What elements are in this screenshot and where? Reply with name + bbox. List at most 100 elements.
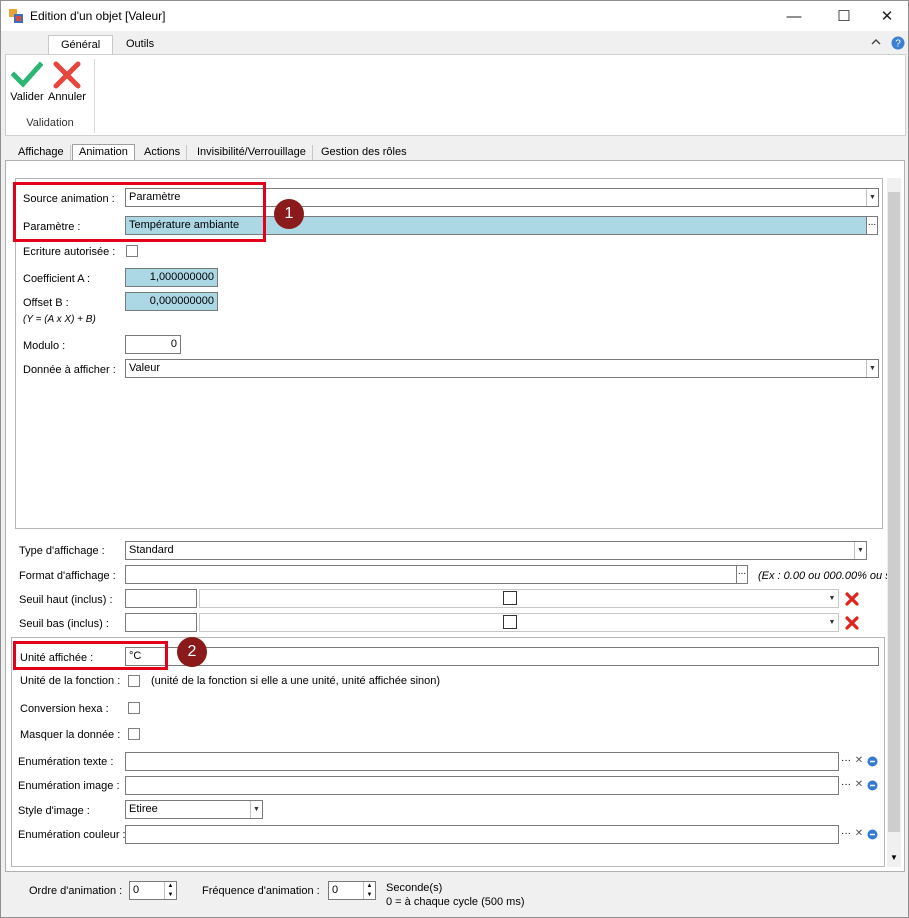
modulo-field[interactable]: 0: [125, 335, 181, 354]
cancel-label: Annuler: [48, 91, 86, 103]
type-affichage-select[interactable]: Standard ▼: [125, 541, 867, 560]
donnee-select[interactable]: Valeur ▼: [125, 359, 879, 378]
format-hint: (Ex : 0.00 ou 000.00% ou s): [758, 570, 895, 582]
ribbon-group-label: Validation: [26, 117, 74, 129]
chevron-down-icon: ▼: [826, 590, 838, 607]
ribbon-tab-general[interactable]: Général: [48, 35, 114, 55]
parametre-browse-button[interactable]: ...: [866, 216, 878, 235]
chevron-down-icon: ▼: [866, 360, 878, 377]
enum-couleur-clear-icon[interactable]: ✕: [853, 826, 865, 842]
enum-texte-clear-icon[interactable]: ✕: [853, 753, 865, 769]
enum-image-open-icon[interactable]: [867, 780, 878, 791]
scrollbar-thumb[interactable]: [888, 192, 900, 832]
unite-fonction-hint: (unité de la fonction si elle a une unit…: [151, 675, 441, 687]
chevron-down-icon: ▼: [826, 614, 838, 631]
offset-b-field[interactable]: 0,000000000: [125, 292, 218, 311]
modulo-label: Modulo :: [23, 340, 66, 352]
conversion-hexa-label: Conversion hexa :: [20, 703, 109, 715]
clear-seuil-haut-icon[interactable]: [843, 590, 861, 608]
ecriture-checkbox[interactable]: [126, 245, 138, 257]
style-image-label: Style d'image :: [18, 805, 90, 817]
seuil-haut-field[interactable]: [125, 589, 197, 608]
minimize-button[interactable]: —: [771, 1, 817, 31]
tab-animation[interactable]: Animation: [72, 144, 135, 161]
tab-affichage[interactable]: Affichage: [12, 145, 71, 161]
format-browse-button[interactable]: ...: [736, 565, 748, 584]
masquer-checkbox[interactable]: [128, 728, 140, 740]
dialog-window: Edition d'un objet [Valeur] — ☐ ✕ Généra…: [0, 0, 909, 918]
frequence-animation-label: Fréquence d'animation :: [202, 885, 320, 897]
scroll-down-icon[interactable]: ▼: [887, 851, 901, 865]
tab-gestion-roles[interactable]: Gestion des rôles: [315, 145, 413, 161]
annotation-box-2: [13, 641, 168, 670]
chevron-down-icon: ▼: [866, 189, 878, 206]
help-icon[interactable]: ?: [891, 36, 905, 50]
ecriture-label: Ecriture autorisée :: [23, 246, 116, 258]
masquer-label: Masquer la donnée :: [20, 729, 121, 741]
style-image-select[interactable]: Etiree ▼: [125, 800, 263, 819]
donnee-label: Donnée à afficher :: [23, 364, 116, 376]
unite-affichee-field[interactable]: °C: [125, 647, 879, 666]
enum-couleur-open-icon[interactable]: [867, 829, 878, 840]
enum-image-label: Enumération image :: [18, 780, 120, 792]
app-icon: [9, 9, 23, 23]
color-swatch: [503, 591, 517, 605]
enum-image-field[interactable]: [125, 776, 839, 795]
seconds-label: Seconde(s): [386, 882, 443, 894]
format-affichage-field[interactable]: [125, 565, 737, 584]
tab-actions[interactable]: Actions: [138, 145, 188, 161]
coefficient-a-field[interactable]: 1,000000000: [125, 268, 218, 287]
title-bar: Edition d'un objet [Valeur] — ☐ ✕: [1, 1, 908, 31]
format-affichage-label: Format d'affichage :: [19, 570, 116, 582]
validate-button[interactable]: Valider: [8, 59, 46, 109]
enum-couleur-browse-button[interactable]: ···: [840, 826, 852, 842]
cancel-button[interactable]: Annuler: [48, 59, 86, 109]
enum-image-clear-icon[interactable]: ✕: [853, 777, 865, 793]
color-swatch: [503, 615, 517, 629]
enum-texte-open-icon[interactable]: [867, 756, 878, 767]
formula-hint: (Y = (A x X) + B): [23, 314, 96, 325]
coefficient-a-label: Coefficient A :: [23, 273, 91, 285]
window-title: Edition d'un objet [Valeur]: [30, 9, 166, 23]
enum-texte-field[interactable]: [125, 752, 839, 771]
conversion-hexa-checkbox[interactable]: [128, 702, 140, 714]
annotation-badge-2: 2: [177, 637, 207, 667]
seuil-bas-color-select[interactable]: ▼: [199, 613, 839, 632]
cross-icon: [53, 61, 81, 89]
ordre-animation-field[interactable]: 0 ▲ ▼: [129, 881, 177, 900]
offset-b-label: Offset B :: [23, 297, 69, 309]
seuil-haut-color-select[interactable]: ▼: [199, 589, 839, 608]
chevron-up-icon[interactable]: [871, 38, 881, 46]
enum-texte-browse-button[interactable]: ···: [840, 753, 852, 769]
ribbon-tabs: Général Outils ?: [1, 31, 908, 55]
enum-texte-label: Enumération texte :: [18, 756, 114, 768]
seuil-bas-field[interactable]: [125, 613, 197, 632]
enum-couleur-field[interactable]: [125, 825, 839, 844]
ribbon-panel: Valider Annuler Validation: [5, 54, 906, 136]
cycle-hint: 0 = à chaque cycle (500 ms): [386, 896, 525, 908]
vertical-scrollbar[interactable]: ▼: [887, 178, 901, 867]
seuil-haut-label: Seuil haut (inclus) :: [19, 594, 113, 606]
ribbon-separator: [94, 59, 95, 133]
seuil-bas-label: Seuil bas (inclus) :: [19, 618, 109, 630]
validate-label: Valider: [10, 91, 44, 103]
clear-seuil-bas-icon[interactable]: [843, 614, 861, 632]
annotation-box-1: [13, 182, 266, 242]
chevron-down-icon: ▼: [854, 542, 866, 559]
type-affichage-label: Type d'affichage :: [19, 545, 105, 557]
check-icon: [11, 61, 43, 88]
frequence-animation-field[interactable]: 0 ▲ ▼: [328, 881, 376, 900]
maximize-button[interactable]: ☐: [821, 1, 867, 31]
ordre-animation-label: Ordre d'animation :: [29, 885, 123, 897]
enum-couleur-label: Enumération couleur :: [18, 829, 126, 841]
unite-fonction-checkbox[interactable]: [128, 675, 140, 687]
annotation-badge-1: 1: [274, 199, 304, 229]
spinner-icon[interactable]: ▲ ▼: [363, 882, 375, 899]
svg-text:?: ?: [895, 39, 901, 50]
tab-invisibilite[interactable]: Invisibilité/Verrouillage: [191, 145, 313, 161]
ribbon-tab-outils[interactable]: Outils: [114, 35, 166, 55]
enum-image-browse-button[interactable]: ···: [840, 777, 852, 793]
spinner-icon[interactable]: ▲ ▼: [164, 882, 176, 899]
close-button[interactable]: ✕: [864, 1, 909, 31]
unite-fonction-label: Unité de la fonction :: [20, 675, 121, 687]
